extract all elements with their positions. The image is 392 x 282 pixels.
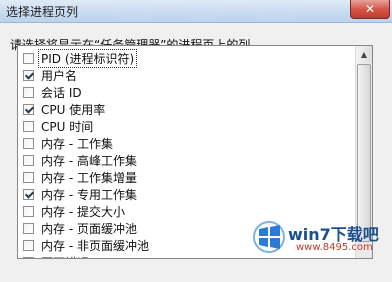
column-option-label: 内存 - 工作集增量: [41, 171, 137, 185]
column-option-row[interactable]: 内存 - 工作集增量: [18, 169, 356, 186]
title-bar[interactable]: 选择进程页列 ✕: [0, 0, 392, 23]
scroll-up-button[interactable]: ▲: [356, 46, 372, 63]
column-option-row[interactable]: 会话 ID: [18, 84, 356, 101]
watermark-url: www.8495.com: [296, 242, 373, 253]
blurred-area: [118, 3, 148, 18]
column-checkbox[interactable]: [23, 53, 34, 64]
column-checkbox[interactable]: [23, 104, 34, 115]
column-option-label: 用户名: [41, 69, 78, 83]
column-checkbox[interactable]: [23, 257, 34, 258]
column-checkbox[interactable]: [23, 172, 34, 183]
column-checkbox[interactable]: [23, 240, 34, 251]
column-option-label: 内存 - 提交大小: [41, 205, 125, 219]
column-checkbox[interactable]: [23, 155, 34, 166]
column-option-row[interactable]: 内存 - 高峰工作集: [18, 152, 356, 169]
column-option-label: CPU 使用率: [41, 103, 106, 117]
column-option-label: 内存 - 高峰工作集: [41, 154, 137, 168]
column-checkbox[interactable]: [23, 121, 34, 132]
window-title: 选择进程页列: [6, 5, 79, 19]
column-option-row[interactable]: CPU 时间: [18, 118, 356, 135]
column-option-row[interactable]: PID (进程标识符): [18, 49, 356, 68]
close-icon: ✕: [364, 2, 376, 16]
column-option-label: CPU 时间: [41, 120, 94, 134]
column-option-label: 内存 - 非页面缓冲池: [41, 239, 149, 253]
column-option-label: 页面错误: [39, 254, 91, 258]
column-option-label: PID (进程标识符): [37, 49, 138, 68]
column-checkbox[interactable]: [23, 70, 34, 81]
column-checkbox[interactable]: [23, 189, 34, 200]
column-option-row[interactable]: 用户名: [18, 67, 356, 84]
blurred-area: [258, 3, 294, 18]
scrollbar-thumb[interactable]: [357, 64, 371, 242]
column-option-label: 内存 - 工作集: [41, 137, 113, 151]
column-checkbox[interactable]: [23, 87, 34, 98]
column-checkbox[interactable]: [23, 223, 34, 234]
column-option-label: 内存 - 页面缓冲池: [41, 222, 137, 236]
column-option-label: 会话 ID: [41, 86, 82, 100]
column-option-row[interactable]: CPU 使用率: [18, 101, 356, 118]
blurred-area: [190, 3, 218, 18]
column-option-label: 内存 - 专用工作集: [41, 188, 137, 202]
column-checkbox[interactable]: [23, 206, 34, 217]
watermark: win7下载吧 www.8495.com: [252, 218, 387, 258]
windows-logo-icon: [253, 221, 285, 253]
column-option-row[interactable]: 内存 - 工作集: [18, 135, 356, 152]
arrow-up-icon: ▲: [360, 50, 368, 59]
close-button[interactable]: ✕: [350, 0, 390, 19]
column-checkbox[interactable]: [23, 138, 34, 149]
column-option-row[interactable]: 内存 - 专用工作集: [18, 186, 356, 203]
